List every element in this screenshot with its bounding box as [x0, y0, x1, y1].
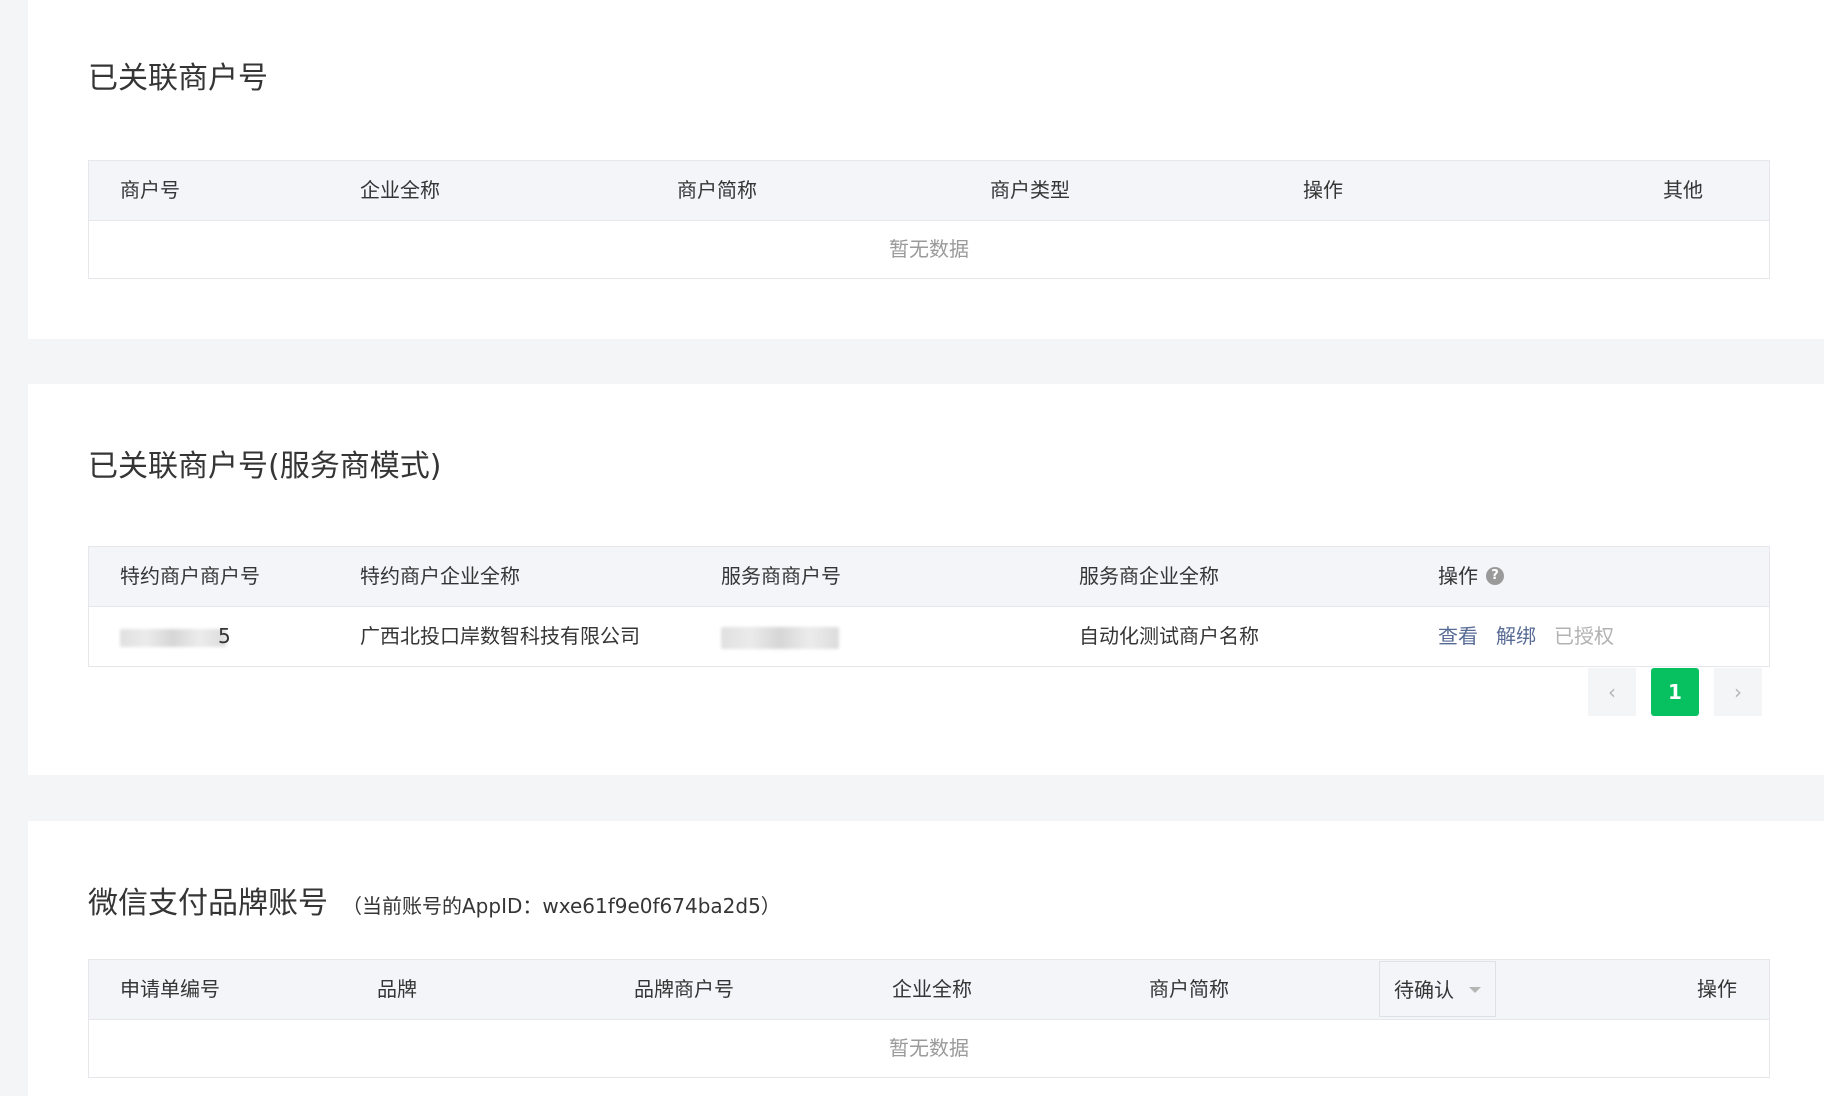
service-provider-merchants-card: 已关联商户号(服务商模式) 特约商户商户号 特约商户企业全称 服务商商户号 服务… — [28, 384, 1824, 775]
col-actions-label: 操作 — [1438, 564, 1478, 588]
service-merchant-id-cell — [721, 607, 839, 666]
empty-text: 暂无数据 — [889, 1036, 969, 1060]
sub-merchant-company-cell: 广西北投口岸数智科技有限公司 — [360, 624, 640, 648]
brand-account-title: 微信支付品牌账号 （当前账号的AppID：wxe61f9e0f674ba2d5） — [88, 878, 781, 922]
empty-text: 暂无数据 — [889, 237, 969, 261]
status-filter-value: 待确认 — [1394, 978, 1454, 1002]
merchant-id-tail: 5 — [218, 624, 231, 648]
col-company-name: 企业全称 — [360, 178, 440, 202]
linked-merchants-table: 商户号 企业全称 商户简称 商户类型 操作 其他 暂无数据 — [88, 160, 1770, 279]
col-company-name: 企业全称 — [892, 977, 972, 1001]
col-brand: 品牌 — [377, 977, 417, 1001]
sub-merchant-id-cell: 5 — [120, 607, 231, 666]
unbind-link[interactable]: 解绑 — [1496, 624, 1536, 648]
empty-row: 暂无数据 — [89, 1020, 1769, 1077]
table-header: 商户号 企业全称 商户简称 商户类型 操作 其他 — [89, 161, 1769, 221]
masked-merchant-id — [120, 628, 226, 647]
table-header: 特约商户商户号 特约商户企业全称 服务商商户号 服务商企业全称 操作? — [89, 547, 1769, 607]
col-merchant-short-name: 商户简称 — [677, 178, 757, 202]
appid-subtitle: （当前账号的AppID：wxe61f9e0f674ba2d5） — [342, 894, 781, 918]
col-merchant-type: 商户类型 — [990, 178, 1070, 202]
empty-row: 暂无数据 — [89, 221, 1769, 278]
status-filter-select[interactable]: 待确认 — [1379, 961, 1496, 1017]
table-header: 申请单编号 品牌 品牌商户号 企业全称 商户简称 待确认 操作 — [89, 960, 1769, 1020]
col-application-id: 申请单编号 — [120, 977, 220, 1001]
wechat-pay-brand-card: 微信支付品牌账号 （当前账号的AppID：wxe61f9e0f674ba2d5） … — [28, 821, 1824, 1096]
caret-down-icon — [1469, 987, 1481, 993]
service-provider-table: 特约商户商户号 特约商户企业全称 服务商商户号 服务商企业全称 操作? 5 广西… — [88, 546, 1770, 667]
linked-merchants-card: 已关联商户号 商户号 企业全称 商户简称 商户类型 操作 其他 暂无数据 — [28, 0, 1824, 339]
service-provider-title: 已关联商户号(服务商模式) — [88, 449, 442, 484]
col-merchant-short-name: 商户简称 — [1149, 977, 1229, 1001]
col-actions: 操作 — [1697, 977, 1737, 1001]
chevron-left-icon[interactable]: ‹ — [1588, 668, 1636, 716]
question-circle-icon[interactable]: ? — [1486, 566, 1504, 585]
table-row: 5 广西北投口岸数智科技有限公司 自动化测试商户名称 查看 解绑 已授权 — [89, 607, 1769, 666]
col-brand-merchant-id: 品牌商户号 — [634, 977, 734, 1001]
linked-merchants-title: 已关联商户号 — [88, 61, 268, 96]
chevron-right-icon[interactable]: › — [1714, 668, 1762, 716]
brand-account-table: 申请单编号 品牌 品牌商户号 企业全称 商户简称 待确认 操作 暂无数据 — [88, 959, 1770, 1078]
col-actions: 操作 — [1303, 178, 1343, 202]
view-link[interactable]: 查看 — [1438, 624, 1478, 648]
col-sub-merchant-id: 特约商户商户号 — [120, 564, 260, 588]
col-sub-merchant-company: 特约商户企业全称 — [360, 564, 520, 588]
col-service-merchant-id: 服务商商户号 — [721, 564, 841, 588]
row-actions: 查看 解绑 已授权 — [1438, 607, 1614, 666]
page-1-button[interactable]: 1 — [1651, 668, 1699, 716]
col-service-company: 服务商企业全称 — [1079, 564, 1219, 588]
pagination: ‹ 1 › — [1588, 668, 1762, 716]
col-merchant-id: 商户号 — [120, 178, 180, 202]
col-other: 其他 — [1663, 178, 1703, 202]
col-actions: 操作? — [1438, 547, 1504, 606]
brand-account-title-text: 微信支付品牌账号 — [88, 886, 328, 921]
authorized-status: 已授权 — [1554, 624, 1614, 648]
masked-service-merchant-id — [721, 626, 839, 649]
service-company-cell: 自动化测试商户名称 — [1079, 624, 1259, 648]
